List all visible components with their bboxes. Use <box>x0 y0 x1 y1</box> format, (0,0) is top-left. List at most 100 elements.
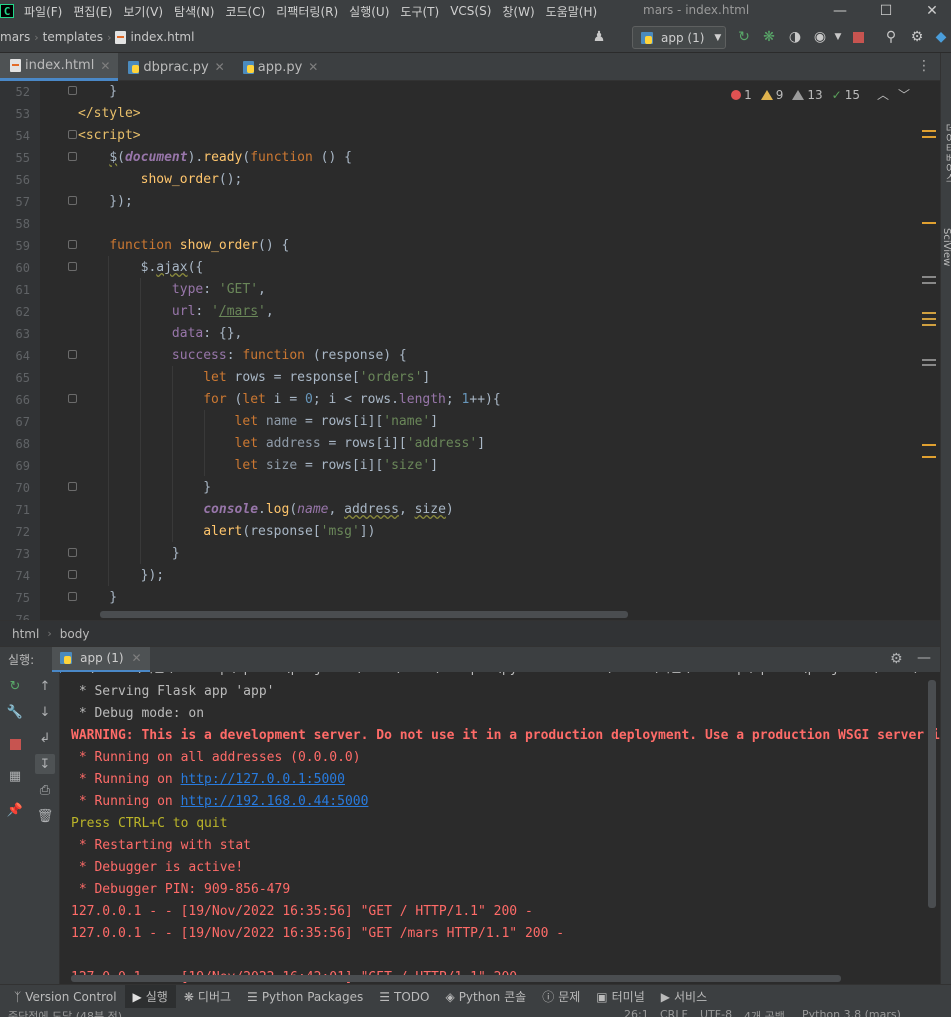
tab-options-icon[interactable]: ⋮ <box>917 58 931 74</box>
rerun-icon[interactable]: ↻ <box>735 28 753 46</box>
trash-icon[interactable]: 🗑 <box>35 806 55 826</box>
error-stripe-marker[interactable] <box>922 318 936 320</box>
close-tab-icon[interactable]: ✕ <box>100 59 110 73</box>
tool-version-control[interactable]: ᛉ Version Control <box>0 985 125 1009</box>
tool-python-console[interactable]: ◈ Python 콘솔 <box>437 985 534 1009</box>
console-vertical-scrollbar[interactable] <box>928 680 936 908</box>
tab-app-py[interactable]: app.py ✕ <box>233 53 327 81</box>
minimize-button[interactable]: — <box>820 0 860 22</box>
rerun-icon[interactable]: ↻ <box>5 676 25 696</box>
localhost-link[interactable]: http://127.0.0.1:5000 <box>181 772 345 787</box>
editor-horizontal-scrollbar[interactable] <box>100 611 628 618</box>
wrench-icon[interactable]: 🔧 <box>5 702 25 722</box>
gear-icon[interactable]: ⚙ <box>908 28 926 46</box>
tool-terminal[interactable]: ▣ 터미널 <box>588 985 652 1009</box>
error-stripe-marker[interactable] <box>922 130 936 132</box>
fold-marker-icon[interactable] <box>68 394 77 403</box>
file-encoding[interactable]: UTF-8 <box>700 1008 732 1017</box>
breadcrumb-html[interactable]: html <box>12 627 39 641</box>
menu-vcs[interactable]: VCS(S) <box>450 4 491 18</box>
close-tab-icon[interactable]: ✕ <box>132 651 142 665</box>
python-interpreter[interactable]: Python 3.8 (mars) <box>802 1008 901 1017</box>
profile-icon[interactable]: ◉ <box>811 28 829 46</box>
inspection-widget[interactable]: 1 9 13 ✓ 15 ︿ ﹀ <box>731 86 910 103</box>
database-tool-label[interactable]: 데이터베이스 <box>941 123 951 183</box>
nav-project[interactable]: mars <box>0 30 30 44</box>
error-stripe-marker[interactable] <box>922 312 936 314</box>
fold-marker-icon[interactable] <box>68 196 77 205</box>
breadcrumb-body[interactable]: body <box>60 627 90 641</box>
nav-folder[interactable]: templates <box>43 30 103 44</box>
soft-wrap-icon[interactable]: ↲ <box>35 728 55 748</box>
menu-help[interactable]: 도움말(H) <box>546 3 598 20</box>
maximize-button[interactable]: ☐ <box>866 0 906 22</box>
warning-count[interactable]: 9 <box>760 88 783 102</box>
fold-marker-icon[interactable] <box>68 86 77 95</box>
menu-run[interactable]: 실행(U) <box>349 3 389 20</box>
fold-marker-icon[interactable] <box>68 548 77 557</box>
error-stripe-marker[interactable] <box>922 282 936 284</box>
menu-window[interactable]: 창(W) <box>502 3 534 20</box>
fold-marker-icon[interactable] <box>68 152 77 161</box>
error-stripe-marker[interactable] <box>922 276 936 278</box>
caret-position[interactable]: 26:1 <box>624 1008 649 1017</box>
error-count[interactable]: 1 <box>731 88 752 102</box>
error-stripe-marker[interactable] <box>922 359 936 361</box>
menu-code[interactable]: 코드(C) <box>225 3 265 20</box>
status-message[interactable]: 중단점에 도달 (48분 전) <box>8 1008 122 1017</box>
close-tab-icon[interactable]: ✕ <box>215 60 225 74</box>
jetbrains-toolbox-icon[interactable]: ◆ <box>932 28 950 46</box>
coverage-icon[interactable]: ◑ <box>786 28 804 46</box>
run-tab-app[interactable]: app (1) ✕ <box>52 646 150 673</box>
error-stripe-marker[interactable] <box>922 222 936 224</box>
nav-file[interactable]: index.html <box>130 30 194 44</box>
menu-edit[interactable]: 편집(E) <box>73 3 112 20</box>
arrow-up-icon[interactable]: ↑ <box>35 676 55 696</box>
arrow-down-icon[interactable]: ↓ <box>35 702 55 722</box>
close-tab-icon[interactable]: ✕ <box>308 60 318 74</box>
error-stripe-marker[interactable] <box>922 324 936 326</box>
gear-icon[interactable]: ⚙ <box>890 651 903 667</box>
pin-icon[interactable]: 📌 <box>5 800 25 820</box>
error-stripe-marker[interactable] <box>922 444 936 446</box>
next-highlight-icon[interactable]: ﹀ <box>898 86 910 103</box>
scroll-to-end-icon[interactable]: ↧ <box>35 754 55 774</box>
tab-dbprac-py[interactable]: dbprac.py ✕ <box>118 53 232 81</box>
layout-icon[interactable]: ▦ <box>5 766 25 786</box>
sciview-tool-label[interactable]: SciView <box>941 228 951 266</box>
debug-icon[interactable]: ❋ <box>760 28 778 46</box>
fold-marker-icon[interactable] <box>68 482 77 491</box>
lan-address-link[interactable]: http://192.168.0.44:5000 <box>181 794 369 809</box>
indent-setting[interactable]: 4개 공백 <box>744 1008 785 1017</box>
tool-todo[interactable]: ☰ TODO <box>371 985 437 1009</box>
stop-icon[interactable] <box>849 28 867 46</box>
code-editor[interactable]: 52 53 54 55 56 57 58 59 60 61 62 63 64 6… <box>0 81 940 620</box>
tool-debug[interactable]: ❋ 디버그 <box>176 985 239 1009</box>
run-config-select[interactable]: app (1) ▼ <box>632 26 726 49</box>
menu-view[interactable]: 보기(V) <box>123 3 163 20</box>
console-horizontal-scrollbar[interactable] <box>71 975 841 982</box>
fold-marker-icon[interactable] <box>68 262 77 271</box>
menu-navigate[interactable]: 탐색(N) <box>174 3 214 20</box>
close-window-button[interactable]: ✕ <box>912 0 951 22</box>
stop-icon[interactable] <box>5 734 25 754</box>
fold-marker-icon[interactable] <box>68 592 77 601</box>
fold-marker-icon[interactable] <box>68 350 77 359</box>
previous-highlight-icon[interactable]: ︿ <box>877 86 889 103</box>
typo-count[interactable]: ✓ 15 <box>832 88 860 102</box>
line-separator[interactable]: CRLF <box>660 1008 688 1017</box>
tool-python-packages[interactable]: ☰ Python Packages <box>239 985 371 1009</box>
print-icon[interactable]: ⎙ <box>35 780 55 800</box>
tool-services[interactable]: ▶ 서비스 <box>653 985 715 1009</box>
tab-index-html[interactable]: index.html ✕ <box>0 53 119 81</box>
run-console[interactable]: C:\Users\이든\Desktop\sparta\projects\mars… <box>61 672 940 984</box>
user-icon[interactable]: ♟ <box>590 28 608 46</box>
fold-marker-icon[interactable] <box>68 240 77 249</box>
hide-panel-icon[interactable]: — <box>917 650 931 666</box>
search-icon[interactable]: ⚲ <box>882 28 900 46</box>
menu-file[interactable]: 파일(F) <box>24 3 62 20</box>
fold-marker-icon[interactable] <box>68 130 77 139</box>
menu-refactor[interactable]: 리팩터링(R) <box>276 3 338 20</box>
more-run-chevron-icon[interactable]: ▼ <box>829 28 847 46</box>
error-stripe-marker[interactable] <box>922 456 936 458</box>
